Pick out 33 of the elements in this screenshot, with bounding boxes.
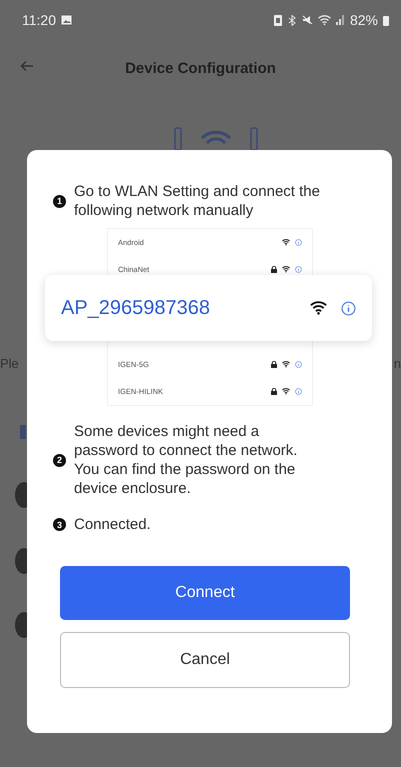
info-icon[interactable] — [295, 266, 302, 273]
wifi-icon — [282, 266, 290, 273]
info-icon[interactable] — [295, 239, 302, 246]
page-title: Device Configuration — [125, 60, 276, 76]
cancel-button[interactable]: Cancel — [60, 632, 350, 688]
step-number: 3 — [53, 518, 66, 531]
connect-button[interactable]: Connect — [60, 566, 350, 620]
lock-icon — [271, 266, 277, 273]
signal-icon — [336, 15, 345, 25]
status-time: 11:20 — [22, 12, 56, 28]
wifi-icon — [282, 388, 290, 395]
lock-icon — [271, 361, 277, 368]
info-icon[interactable] — [295, 388, 302, 395]
battery-percent: 82% — [350, 12, 378, 28]
bluetooth-icon — [286, 14, 297, 26]
wifi-icon — [282, 361, 290, 368]
mute-icon — [302, 15, 313, 25]
network-name: AP_2965987368 — [61, 296, 210, 320]
back-arrow-icon[interactable] — [20, 60, 34, 72]
step-text: Some devices might need a password to connect the network. You can find the password on the device enclosure. — [74, 422, 298, 498]
info-icon[interactable] — [341, 300, 356, 316]
lock-icon — [271, 388, 277, 395]
step-text: Go to WLAN Setting and connect the following network manually — [74, 182, 321, 220]
wifi-icon — [282, 239, 290, 246]
step-text: Connected. — [74, 515, 151, 534]
step-number: 1 — [53, 194, 66, 208]
battery-saver-icon — [274, 14, 282, 26]
wifi-status-icon — [318, 14, 331, 26]
step-number: 2 — [53, 454, 66, 466]
image-icon — [61, 15, 72, 25]
info-icon[interactable] — [295, 361, 302, 368]
wifi-icon — [310, 301, 327, 315]
battery-icon — [383, 14, 389, 26]
